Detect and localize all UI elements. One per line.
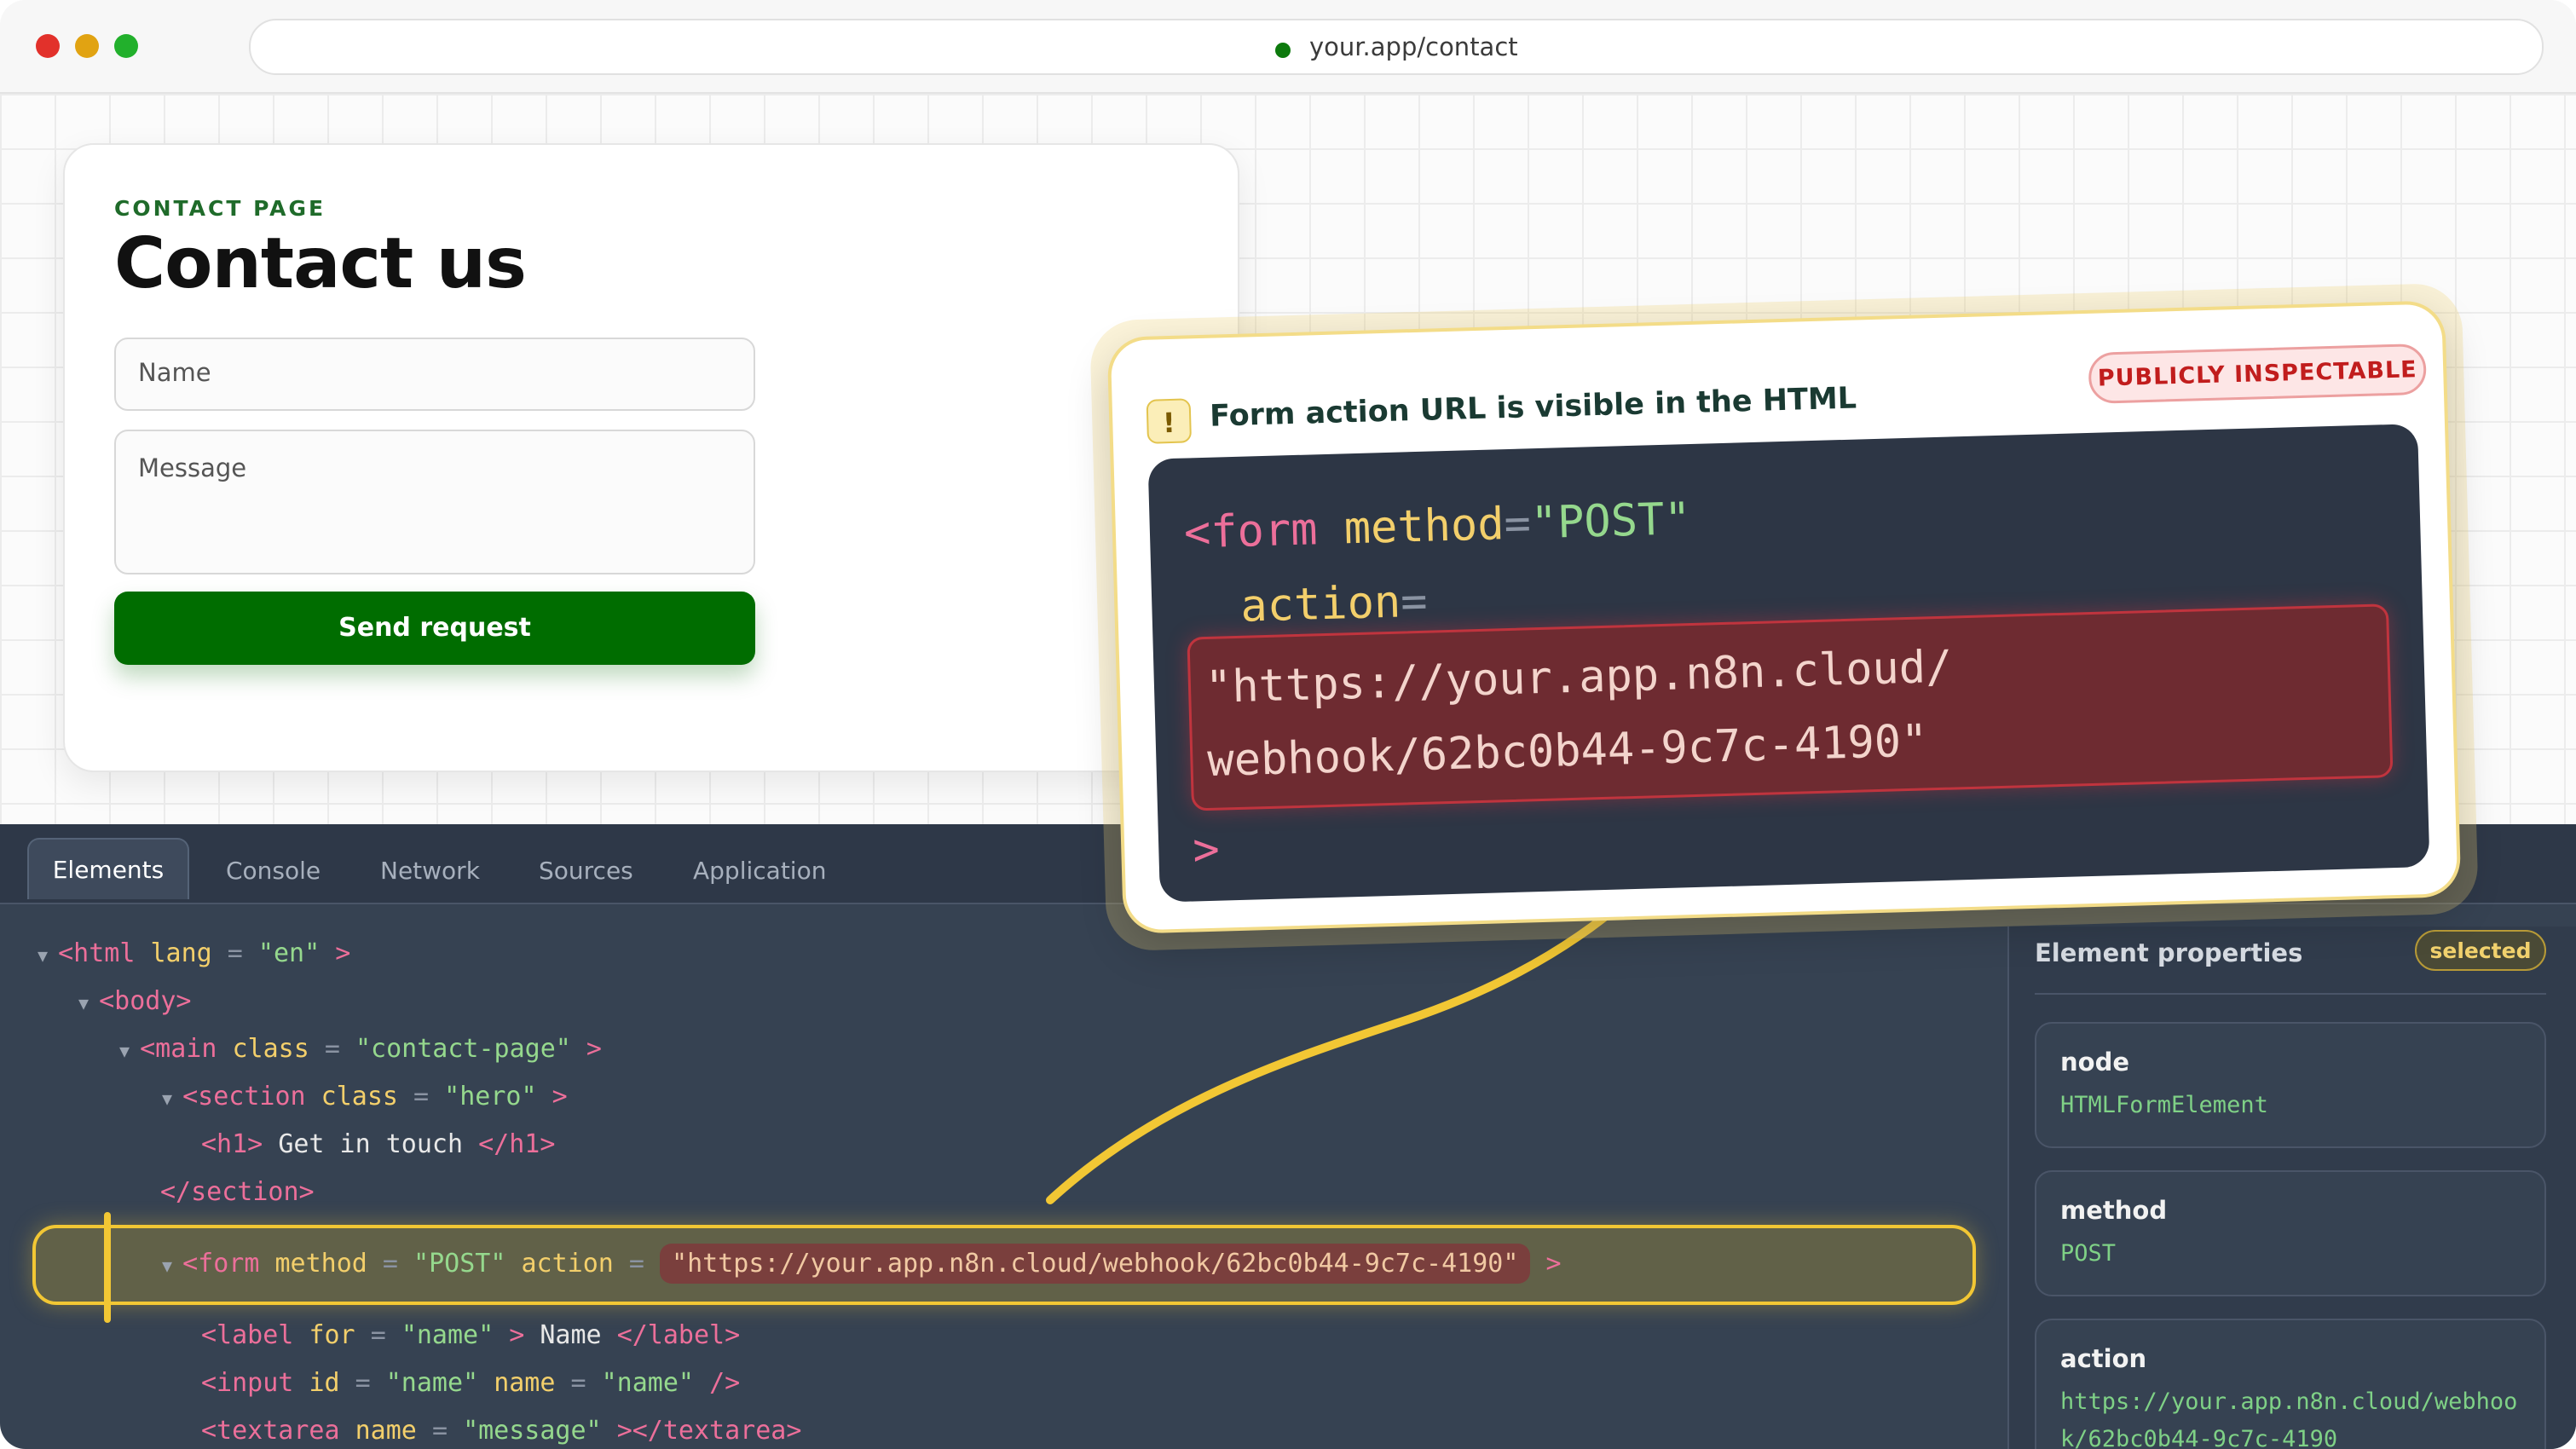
dom-tree: ▼ <html lang = "en" > ▼ <body> ▼ <main c…: [0, 903, 2007, 1449]
tree-node-html[interactable]: ▼ <html lang = "en" >: [38, 938, 350, 968]
code-line-2: action=: [1239, 575, 1429, 632]
form-action-url: "https://your.app.n8n.cloud/webhook/62bc…: [660, 1244, 1531, 1284]
tab-sources[interactable]: Sources: [539, 846, 633, 895]
tree-node-main[interactable]: ▼ <main class = "contact-page" >: [119, 1034, 602, 1064]
tree-node-body[interactable]: ▼ <body>: [78, 986, 191, 1016]
browser-window: your.app/contact CONTACT PAGE Contact us…: [0, 0, 2576, 1449]
collapse-triangle-icon: ▼: [38, 945, 59, 966]
collapse-triangle-icon: ▼: [162, 1256, 183, 1276]
tree-node-section-close[interactable]: </section>: [160, 1177, 315, 1207]
address-bar[interactable]: your.app/contact: [249, 19, 2544, 75]
properties-title: Element properties: [2035, 938, 2303, 967]
tab-elements[interactable]: Elements: [27, 838, 189, 899]
name-field[interactable]: Name: [114, 338, 755, 411]
maximize-window-button[interactable]: [114, 34, 138, 58]
property-node: node HTMLFormElement: [2035, 1022, 2546, 1148]
address-bar-url: your.app/contact: [1309, 32, 1518, 61]
tab-console[interactable]: Console: [226, 846, 321, 895]
callout-card: ! Form action URL is visible in the HTML…: [1089, 282, 2480, 952]
warning-icon: !: [1146, 398, 1193, 444]
publicly-inspectable-badge: PUBLICLY INSPECTABLE: [2088, 343, 2428, 404]
tab-network[interactable]: Network: [380, 846, 480, 895]
callout-body: ! Form action URL is visible in the HTML…: [1106, 300, 2462, 934]
collapse-triangle-icon: ▼: [78, 993, 100, 1013]
tree-node-label[interactable]: <label for = "name" > Name </label>: [201, 1320, 740, 1350]
element-properties-panel: Element properties selected node HTMLFor…: [2007, 927, 2576, 1449]
selected-badge: selected: [2415, 930, 2546, 971]
tree-node-h1[interactable]: <h1> Get in touch </h1>: [201, 1129, 555, 1159]
code-block: <form method="POST" action= "https://you…: [1147, 424, 2430, 903]
close-window-button[interactable]: [36, 34, 60, 58]
send-request-button[interactable]: Send request: [114, 592, 755, 665]
page-title: Contact us: [114, 223, 527, 304]
message-field[interactable]: Message: [114, 430, 755, 574]
code-close: >: [1192, 823, 1221, 876]
tree-node-section[interactable]: ▼ <section class = "hero" >: [162, 1082, 568, 1111]
callout-title: Form action URL is visible in the HTML: [1209, 381, 1857, 434]
tree-node-input[interactable]: <input id = "name" name = "name" />: [201, 1368, 740, 1398]
tree-node-textarea[interactable]: <textarea name = "message" ></textarea>: [201, 1416, 801, 1446]
secure-indicator-icon: [1275, 43, 1291, 58]
browser-titlebar: your.app/contact: [0, 0, 2576, 94]
tab-application[interactable]: Application: [693, 846, 826, 895]
name-field-placeholder: Name: [138, 358, 211, 387]
property-action: action https://your.app.n8n.cloud/webhoo…: [2035, 1319, 2546, 1449]
page-eyebrow: CONTACT PAGE: [114, 196, 326, 221]
code-line-1: <form method="POST": [1183, 494, 1692, 559]
contact-card: CONTACT PAGE Contact us Name Message Sen…: [63, 143, 1239, 772]
minimize-window-button[interactable]: [75, 34, 99, 58]
divider: [2035, 993, 2546, 995]
collapse-triangle-icon: ▼: [119, 1041, 141, 1061]
collapse-triangle-icon: ▼: [162, 1088, 183, 1109]
message-field-placeholder: Message: [138, 453, 247, 482]
tree-node-form[interactable]: ▼ <form method = "POST" action = "https:…: [162, 1244, 1562, 1284]
property-method: method POST: [2035, 1170, 2546, 1296]
